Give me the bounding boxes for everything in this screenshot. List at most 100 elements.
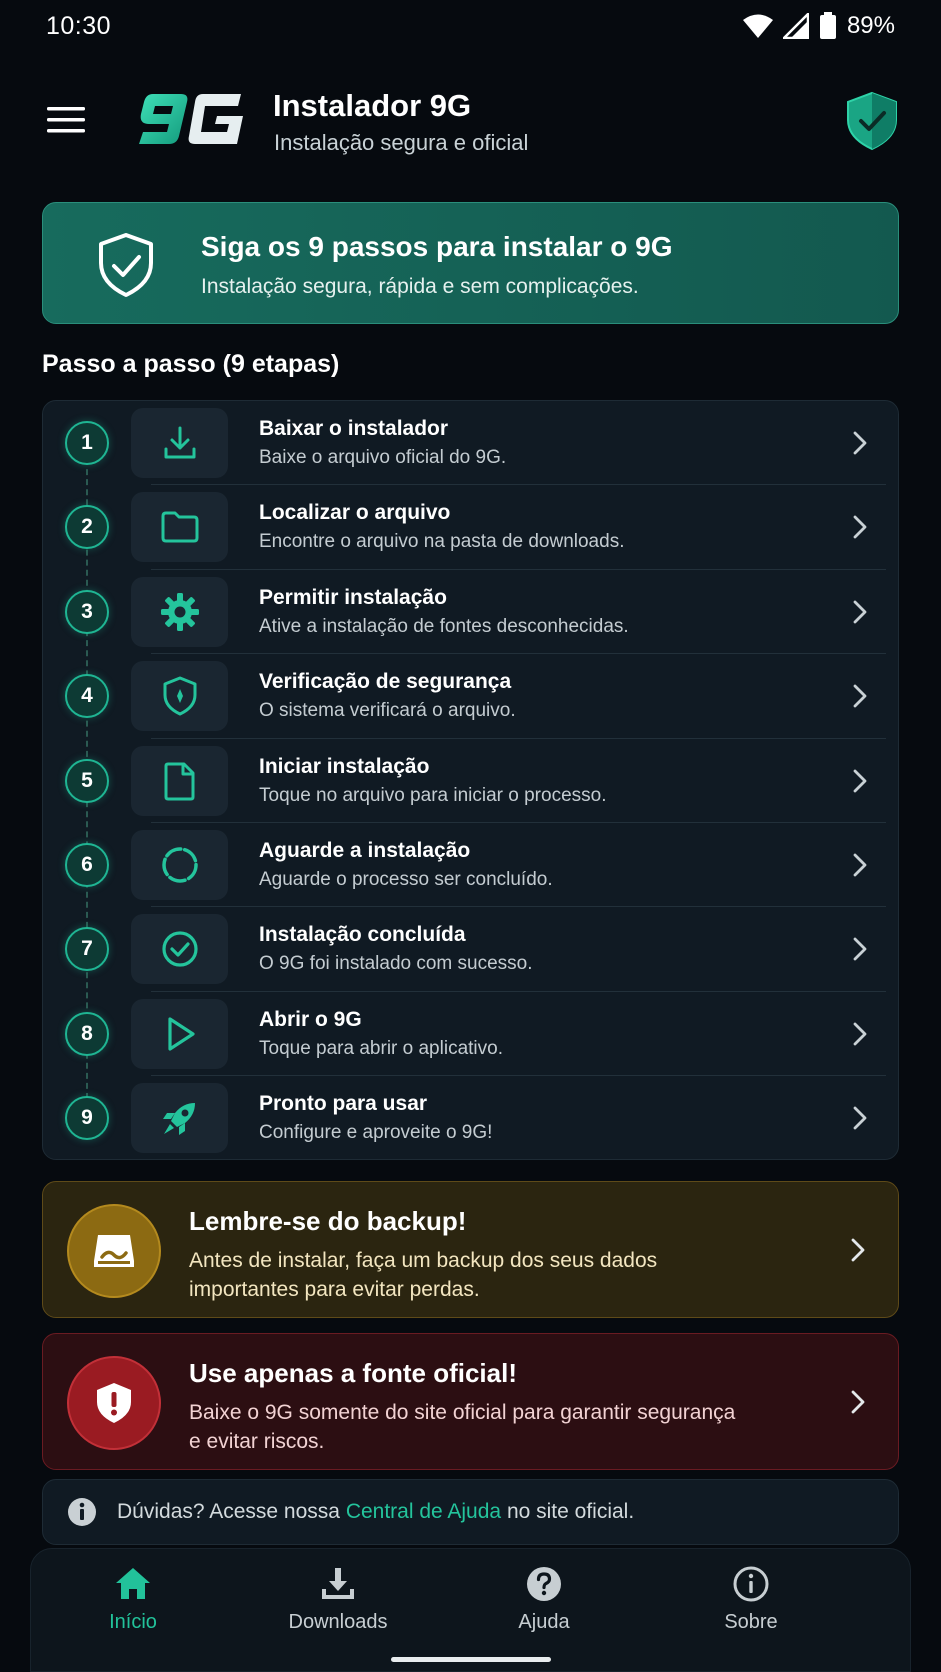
home-indicator[interactable] [391, 1657, 551, 1662]
help-prefix: Dúvidas? Acesse nossa [117, 1500, 340, 1523]
step-number: 2 [65, 505, 109, 550]
download-tray-icon [322, 1568, 354, 1599]
chevron-right-icon [851, 1238, 865, 1262]
status-bar: 10:30 89% [0, 0, 941, 52]
step-icon-box [131, 914, 228, 985]
step-desc: Toque no arquivo para iniciar o processo… [259, 784, 607, 806]
step-number: 9 [65, 1096, 109, 1141]
step-item-7[interactable]: 7 Instalação concluída O 9G foi instalad… [43, 907, 900, 992]
alert-title: Use apenas a fonte oficial! [189, 1358, 517, 1388]
chevron-right-icon [853, 769, 867, 792]
chevron-right-icon [853, 515, 867, 539]
nav-label: Sobre [724, 1611, 778, 1633]
step-item-3[interactable]: 3 Permitir instalação Ative a instalação… [43, 570, 900, 655]
step-icon-box [131, 661, 228, 732]
chevron-right-icon [853, 431, 867, 455]
download-icon [164, 426, 195, 459]
chevron-right-icon [853, 937, 867, 961]
step-item-6[interactable]: 6 Aguarde a instalação Aguarde o process… [43, 823, 900, 908]
step-icon-box [131, 745, 228, 816]
alert-title: Lembre-se do backup! [189, 1206, 467, 1236]
step-item-1[interactable]: 1 Baixar o instalador Baixe o arquivo of… [43, 401, 900, 486]
alert-text: Antes de instalar, faça um backup dos se… [189, 1249, 658, 1301]
step-item-9[interactable]: 9 Pronto para usar Configure e aproveite… [43, 1076, 900, 1160]
steps-list: 1 Baixar o instalador Baixe o arquivo of… [42, 400, 899, 1160]
nav-home[interactable]: Início [53, 1565, 213, 1645]
alert-text: Baixe o 9G somente do site oficial para … [189, 1401, 736, 1453]
chevron-right-icon [853, 1022, 867, 1046]
app-header: Instalador 9G Instalação segura e oficia… [0, 78, 941, 168]
help-circle-icon [527, 1567, 561, 1601]
step-number: 6 [65, 843, 109, 887]
status-time: 10:30 [46, 11, 112, 40]
step-title: Aguarde a instalação [259, 839, 471, 862]
help-bar: Dúvidas? Acesse nossa Central de Ajuda n… [42, 1479, 899, 1545]
backup-icon-circle [67, 1204, 161, 1298]
signal-icon [782, 13, 809, 39]
step-desc: O 9G foi instalado com sucesso. [259, 953, 533, 975]
nav-about[interactable]: Sobre [671, 1565, 831, 1645]
app-title: Instalador 9G [273, 88, 472, 123]
gear-icon [160, 592, 199, 631]
help-text: Dúvidas? Acesse nossa Central de Ajuda n… [117, 1500, 634, 1524]
step-item-5[interactable]: 5 Iniciar instalação Toque no arquivo pa… [43, 739, 900, 823]
step-icon-box [131, 998, 228, 1069]
step-number: 7 [65, 927, 109, 972]
shield-alert-icon [97, 1383, 131, 1423]
step-number: 5 [65, 758, 109, 803]
step-item-4[interactable]: 4 Verificação de segurança O sistema ver… [43, 654, 900, 739]
bottom-nav: Início Downloads Ajuda Sobre [30, 1548, 911, 1672]
app-subtitle: Instalação segura e oficial [274, 130, 529, 155]
nav-label: Ajuda [518, 1611, 570, 1633]
battery-icon [819, 12, 836, 39]
chevron-right-icon [853, 853, 867, 877]
hero-title: Siga os 9 passos para instalar o 9G [201, 231, 673, 262]
play-icon [167, 1017, 195, 1051]
step-title: Instalação concluída [259, 923, 466, 947]
step-title: Localizar o arquivo [259, 501, 451, 525]
help-suffix: no site oficial. [506, 1500, 635, 1523]
status-icons: 89% [742, 12, 895, 40]
step-desc: Configure e aproveite o 9G! [259, 1122, 493, 1144]
step-number: 4 [65, 674, 109, 719]
official-source-alert[interactable]: Use apenas a fonte oficial! Baixe o 9G s… [42, 1333, 899, 1470]
menu-icon[interactable] [44, 100, 88, 140]
step-desc: O sistema verificará o arquivo. [259, 700, 516, 722]
step-desc: Ative a instalação de fontes desconhecid… [259, 615, 629, 637]
folder-icon [161, 511, 198, 543]
app-logo [139, 94, 243, 144]
chevron-right-icon [853, 684, 867, 708]
chevron-right-icon [853, 1106, 867, 1130]
step-number: 8 [65, 1011, 109, 1056]
step-item-2[interactable]: 2 Localizar o arquivo Encontre o arquivo… [43, 485, 900, 570]
shield-check-icon [99, 233, 153, 297]
backup-alert[interactable]: Lembre-se do backup! Antes de instalar, … [42, 1181, 899, 1318]
shield-check-icon[interactable] [844, 90, 900, 152]
home-icon [116, 1568, 150, 1599]
help-center-link[interactable]: Central de Ajuda [346, 1500, 501, 1523]
file-icon [164, 762, 194, 801]
rocket-icon [162, 1103, 195, 1136]
step-icon-box [131, 408, 228, 478]
step-title: Verificação de segurança [259, 670, 512, 694]
section-title: Passo a passo (9 etapas) [42, 350, 340, 378]
step-title: Baixar o instalador [259, 417, 449, 440]
step-desc: Encontre o arquivo na pasta de downloads… [259, 531, 625, 553]
official-icon-circle [67, 1356, 161, 1450]
step-desc: Toque para abrir o aplicativo. [259, 1037, 503, 1059]
step-item-8[interactable]: 8 Abrir o 9G Toque para abrir o aplicati… [43, 992, 900, 1077]
nav-downloads[interactable]: Downloads [258, 1565, 418, 1645]
step-icon-box [131, 492, 228, 563]
info-icon [68, 1498, 96, 1526]
step-title: Abrir o 9G [259, 1007, 362, 1031]
shield-icon [163, 676, 196, 716]
hero-subtitle: Instalação segura, rápida e sem complica… [201, 275, 639, 298]
check-circle-icon [161, 931, 198, 967]
step-icon-box [131, 1083, 228, 1154]
step-title: Permitir instalação [259, 585, 447, 609]
nav-help[interactable]: Ajuda [464, 1565, 624, 1645]
backup-drive-icon [94, 1235, 134, 1267]
step-icon-box [131, 830, 228, 900]
battery-percent: 89% [846, 12, 895, 39]
loading-icon [161, 847, 198, 883]
